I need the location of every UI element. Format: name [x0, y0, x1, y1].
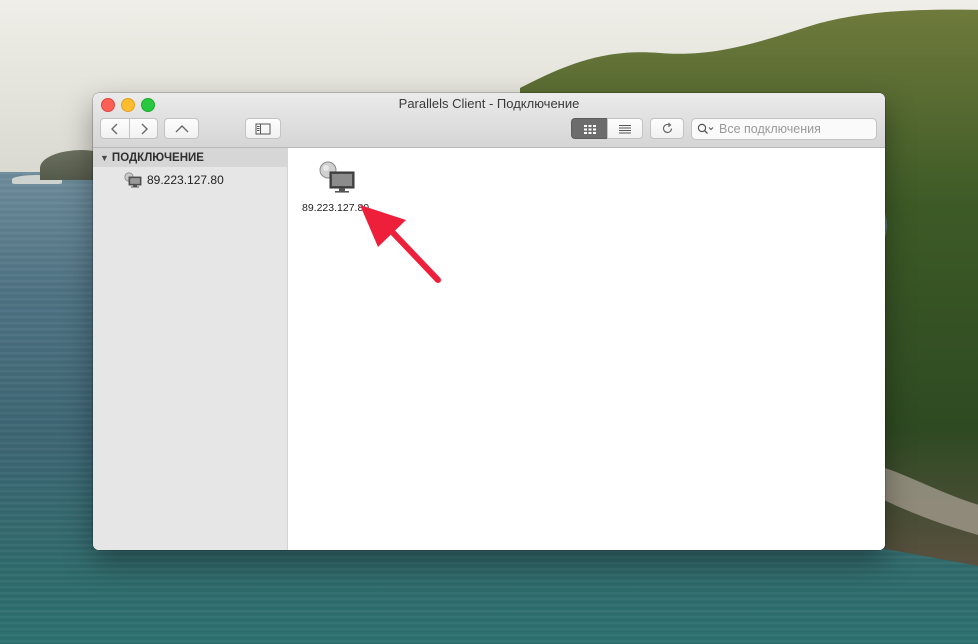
search-input[interactable]	[719, 122, 869, 136]
sidebar-item-label: 89.223.127.80	[147, 173, 224, 187]
app-window: Parallels Client - Подключение Все подкл…	[93, 93, 885, 550]
forward-button[interactable]	[129, 118, 158, 139]
up-button[interactable]	[164, 118, 199, 139]
connections-area: 89.223.127.80	[288, 148, 885, 550]
sidebar-section-header[interactable]: ▼ ПОДКЛЮЧЕНИЕ	[93, 148, 288, 167]
chevron-right-icon	[141, 123, 148, 134]
remote-desktop-icon	[124, 172, 142, 188]
list-view-icon	[619, 124, 631, 133]
back-button[interactable]	[100, 118, 130, 139]
remote-desktop-icon	[319, 161, 355, 193]
sidebar-item-connection[interactable]: 89.223.127.80	[123, 171, 224, 189]
search-field[interactable]	[691, 118, 877, 140]
sidebar-section-title: ПОДКЛЮЧЕНИЕ	[111, 151, 204, 164]
list-view-button[interactable]	[607, 118, 643, 139]
sidebar-icon	[255, 123, 271, 134]
chevron-left-icon	[111, 123, 118, 134]
disclosure-triangle-icon[interactable]: ▼	[100, 153, 109, 163]
titlebar: Parallels Client - Подключение	[93, 93, 885, 148]
refresh-icon	[662, 122, 672, 134]
grid-view-button[interactable]	[571, 118, 607, 139]
search-icon	[697, 123, 714, 134]
window-title: Parallels Client - Подключение	[398, 96, 580, 111]
connection-label: 89.223.127.80	[302, 202, 370, 214]
refresh-button[interactable]	[650, 118, 684, 139]
chevron-up-icon	[175, 124, 188, 132]
connection-item[interactable]: 89.223.127.80	[302, 158, 382, 218]
grid-view-icon	[583, 124, 596, 134]
view-mode-segmented-control	[571, 118, 643, 139]
sidebar: ▼ ПОДКЛЮЧЕНИЕ 89.223.127.80	[93, 148, 288, 550]
sidebar-toggle-button[interactable]	[245, 118, 281, 139]
